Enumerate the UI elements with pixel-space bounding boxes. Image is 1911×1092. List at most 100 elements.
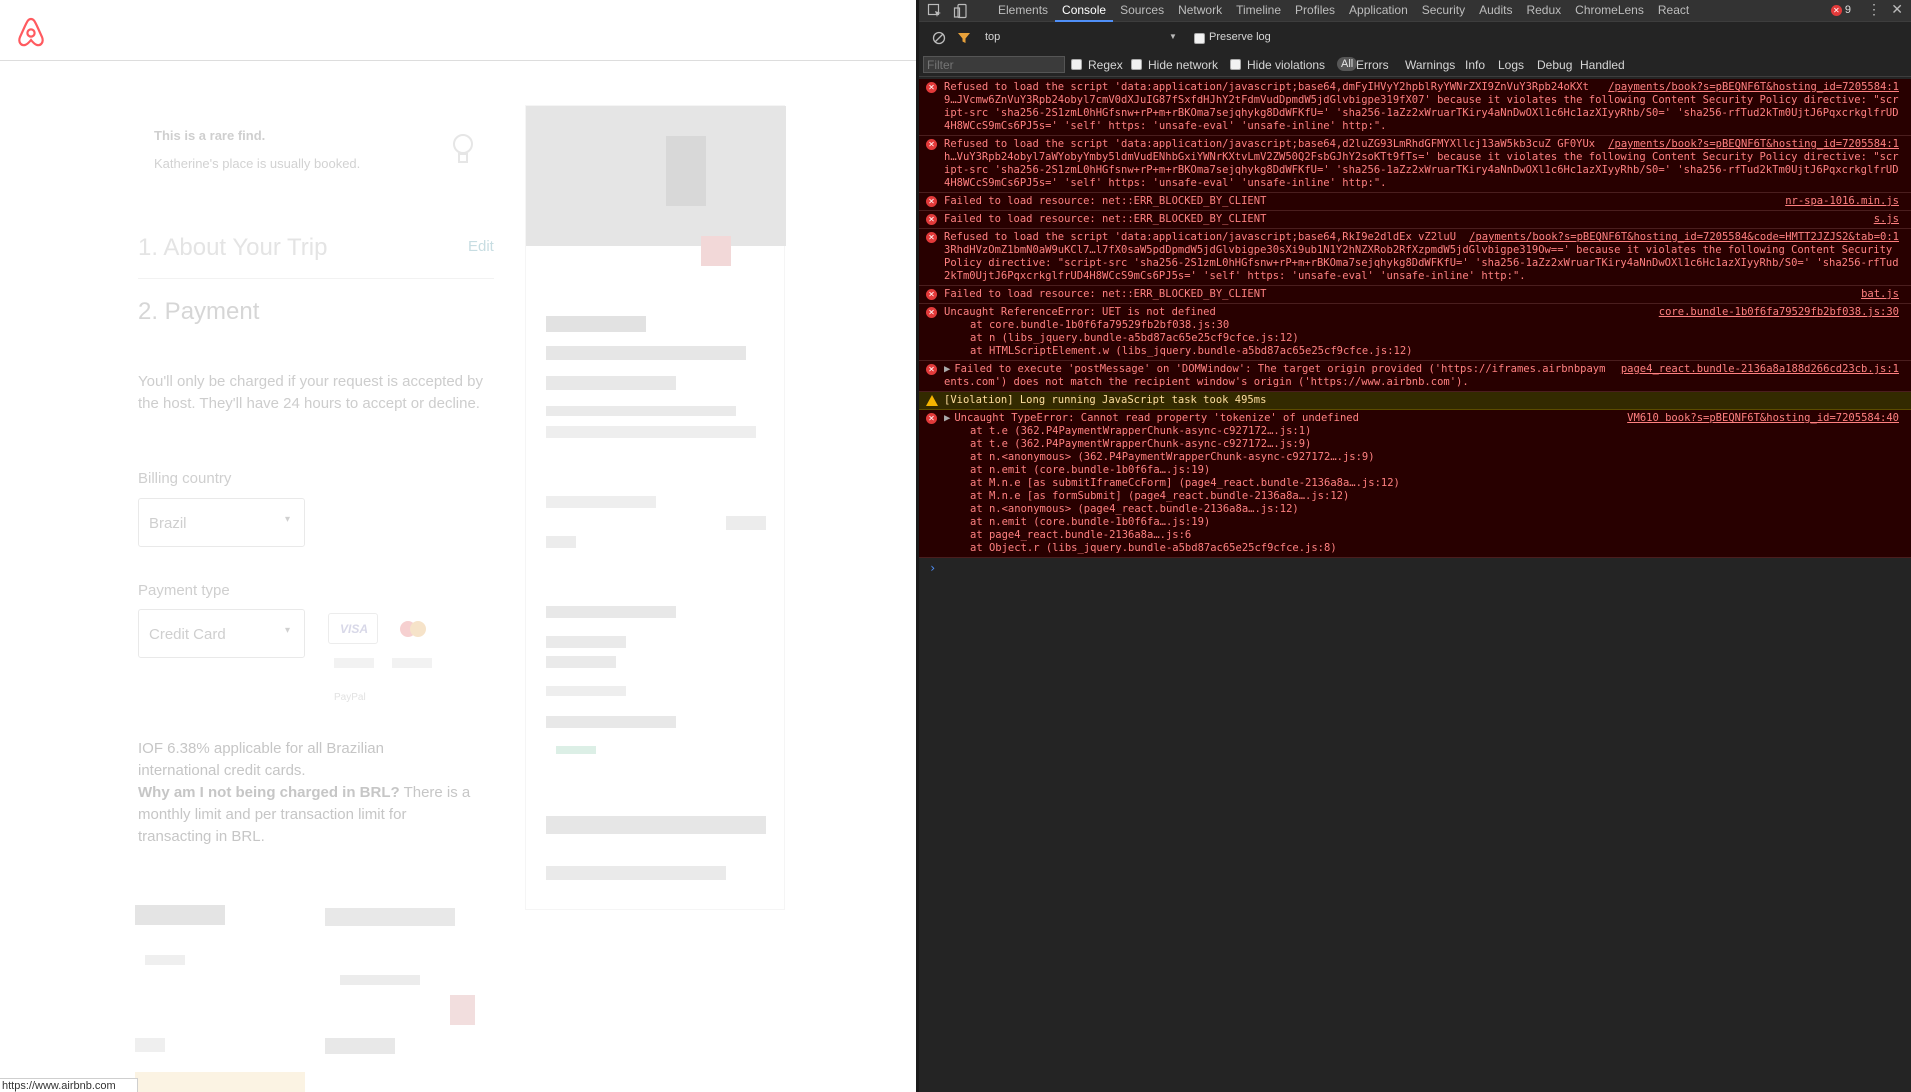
error-icon: ✕ — [1830, 4, 1842, 16]
airbnb-logo-icon[interactable] — [16, 16, 46, 48]
message-text: Failed to load resource: net::ERR_BLOCKE… — [944, 288, 1267, 300]
tab-elements[interactable]: Elements — [991, 0, 1055, 22]
warning-icon — [926, 395, 938, 406]
tab-sources[interactable]: Sources — [1113, 0, 1171, 22]
expand-triangle-icon[interactable]: ▶ — [944, 412, 950, 424]
source-link[interactable]: nr-spa-1016.min.js — [1785, 195, 1899, 208]
more-options-icon[interactable]: ⋮ — [1867, 1, 1881, 18]
source-link[interactable]: /payments/book?s=pBEQNF6T&hosting_id=720… — [1608, 81, 1899, 94]
message-text: Failed to execute 'postMessage' on 'DOMW… — [944, 363, 1606, 388]
filter-icon[interactable] — [957, 31, 971, 45]
billing-country-select[interactable]: Brazil ▾ — [138, 498, 305, 547]
source-link[interactable]: /payments/book?s=pBEQNF6T&hosting_id=720… — [1608, 138, 1899, 151]
chevron-down-icon[interactable]: ▼ — [1169, 32, 1177, 41]
console-error: ✕ /payments/book?s=pBEQNF6T&hosting_id=72… — [919, 136, 1911, 193]
level-handled[interactable]: Handled — [1580, 58, 1625, 72]
section-about-trip: 1. About Your Trip — [138, 234, 328, 261]
stack-frame[interactable]: at t.e (362.P4PaymentWrapperChunk-async-… — [970, 438, 1899, 451]
hide-violations-checkbox[interactable] — [1230, 59, 1241, 70]
error-icon: ✕ — [926, 307, 937, 318]
stack-frame[interactable]: at HTMLScriptElement.w (libs_jquery.bund… — [970, 345, 1899, 358]
clear-console-icon[interactable] — [932, 31, 946, 45]
source-link[interactable]: bat.js — [1861, 288, 1899, 301]
blurred-line — [546, 316, 646, 332]
regex-label: Regex — [1088, 58, 1123, 72]
regex-checkbox[interactable] — [1071, 59, 1082, 70]
tab-redux[interactable]: Redux — [1519, 0, 1568, 22]
edit-link[interactable]: Edit — [468, 238, 494, 255]
source-link[interactable]: /payments/book?s=pBEQNF6T&hosting_id=720… — [1469, 231, 1899, 244]
level-info[interactable]: Info — [1465, 58, 1485, 72]
source-link[interactable]: VM610 book?s=pBEQNF6T&hosting_id=7205584… — [1627, 412, 1899, 425]
blurred-line — [546, 656, 616, 668]
stack-frame[interactable]: at n (libs_jquery.bundle-a5bd87ac65e25cf… — [970, 332, 1899, 345]
stack-frame[interactable]: at n.<anonymous> (page4_react.bundle-213… — [970, 503, 1899, 516]
chevron-down-icon: ▾ — [285, 514, 291, 525]
source-link[interactable]: page4_react.bundle-2136a8a188d266cd23cb.… — [1621, 363, 1899, 376]
tab-application[interactable]: Application — [1342, 0, 1415, 22]
stack-frame[interactable]: at t.e (362.P4PaymentWrapperChunk-async-… — [970, 425, 1899, 438]
blurred-line — [546, 346, 746, 360]
blurred-line — [340, 975, 420, 985]
stack-frame[interactable]: at n.<anonymous> (362.P4PaymentWrapperCh… — [970, 451, 1899, 464]
tab-profiles[interactable]: Profiles — [1288, 0, 1342, 22]
close-icon[interactable]: ✕ — [1891, 1, 1903, 18]
tab-react[interactable]: React — [1651, 0, 1696, 22]
stack-frame[interactable]: at core.bundle-1b0f6fa79529fb2bf038.js:3… — [970, 319, 1899, 332]
tab-security[interactable]: Security — [1415, 0, 1472, 22]
paypal-icon: PayPal — [334, 692, 366, 703]
visa-label: VISA — [340, 622, 369, 636]
console-prompt[interactable]: › — [919, 558, 1911, 579]
card-brand-icon — [392, 658, 432, 668]
blurred-line — [546, 536, 576, 548]
tab-console[interactable]: Console — [1055, 0, 1114, 22]
hide-network-checkbox[interactable] — [1131, 59, 1142, 70]
console-error: ✕ page4_react.bundle-2136a8a188d266cd23cb… — [919, 361, 1911, 392]
level-logs[interactable]: Logs — [1498, 58, 1524, 72]
source-link[interactable]: core.bundle-1b0f6fa79529fb2bf038.js:30 — [1659, 306, 1899, 319]
level-all-button[interactable]: All — [1337, 57, 1358, 71]
error-icon: ✕ — [926, 232, 937, 243]
device-toolbar-icon[interactable] — [953, 3, 969, 19]
level-debug[interactable]: Debug — [1537, 58, 1572, 72]
inspect-element-icon[interactable] — [927, 3, 943, 19]
lightbulb-icon — [453, 134, 473, 163]
tab-chromelens[interactable]: ChromeLens — [1568, 0, 1651, 22]
stack-frame[interactable]: at n.emit (core.bundle-1b0f6fa….js:19) — [970, 464, 1899, 477]
stack-frame[interactable]: at n.emit (core.bundle-1b0f6fa….js:19) — [970, 516, 1899, 529]
source-link[interactable]: s.js — [1874, 213, 1899, 226]
blurred-line — [546, 376, 676, 390]
stack-frame[interactable]: at page4_react.bundle-2136a8a….js:6 — [970, 529, 1899, 542]
level-errors[interactable]: Errors — [1356, 58, 1389, 72]
stack-frame[interactable]: at M.n.e [as formSubmit] (page4_react.bu… — [970, 490, 1899, 503]
tab-timeline[interactable]: Timeline — [1229, 0, 1288, 22]
visa-card-icon: VISA — [328, 613, 378, 644]
hide-network-label: Hide network — [1148, 58, 1219, 72]
charge-notice: You'll only be charged if your request i… — [138, 373, 484, 412]
section-payment: 2. Payment — [138, 298, 260, 325]
error-icon: ✕ — [926, 214, 937, 225]
console-error: ✕ s.js Failed to load resource: net::ERR_B… — [919, 211, 1911, 229]
listing-photo-detail — [666, 136, 706, 206]
preserve-log-checkbox[interactable] — [1194, 33, 1205, 44]
error-count-badge[interactable]: ✕ 9 — [1830, 4, 1851, 16]
payment-type-select[interactable]: Credit Card ▾ — [138, 609, 305, 658]
filter-input[interactable] — [923, 56, 1065, 73]
stack-frame[interactable]: at M.n.e [as submitIframeCcForm] (page4_… — [970, 477, 1899, 490]
blurred-line — [546, 866, 726, 880]
level-warnings[interactable]: Warnings — [1405, 58, 1455, 72]
blurred-line — [325, 1038, 395, 1054]
iof-notice: IOF 6.38% applicable for all Brazilian i… — [138, 740, 384, 779]
console-warning: [Violation] Long running JavaScript task… — [919, 392, 1911, 410]
hide-violations-label: Hide violations — [1247, 58, 1326, 72]
stack-frame[interactable]: at Object.r (libs_jquery.bundle-a5bd87ac… — [970, 542, 1899, 555]
tab-network[interactable]: Network — [1171, 0, 1229, 22]
expand-triangle-icon[interactable]: ▶ — [944, 363, 950, 375]
message-text: Failed to load resource: net::ERR_BLOCKE… — [944, 195, 1267, 207]
console-error: ✕ /payments/book?s=pBEQNF6T&hosting_id=72… — [919, 229, 1911, 286]
error-count: 9 — [1844, 4, 1851, 16]
payment-type-label: Payment type — [138, 582, 230, 599]
tab-audits[interactable]: Audits — [1472, 0, 1519, 22]
context-selector[interactable]: top — [985, 31, 1000, 43]
mastercard-icon — [400, 621, 426, 637]
